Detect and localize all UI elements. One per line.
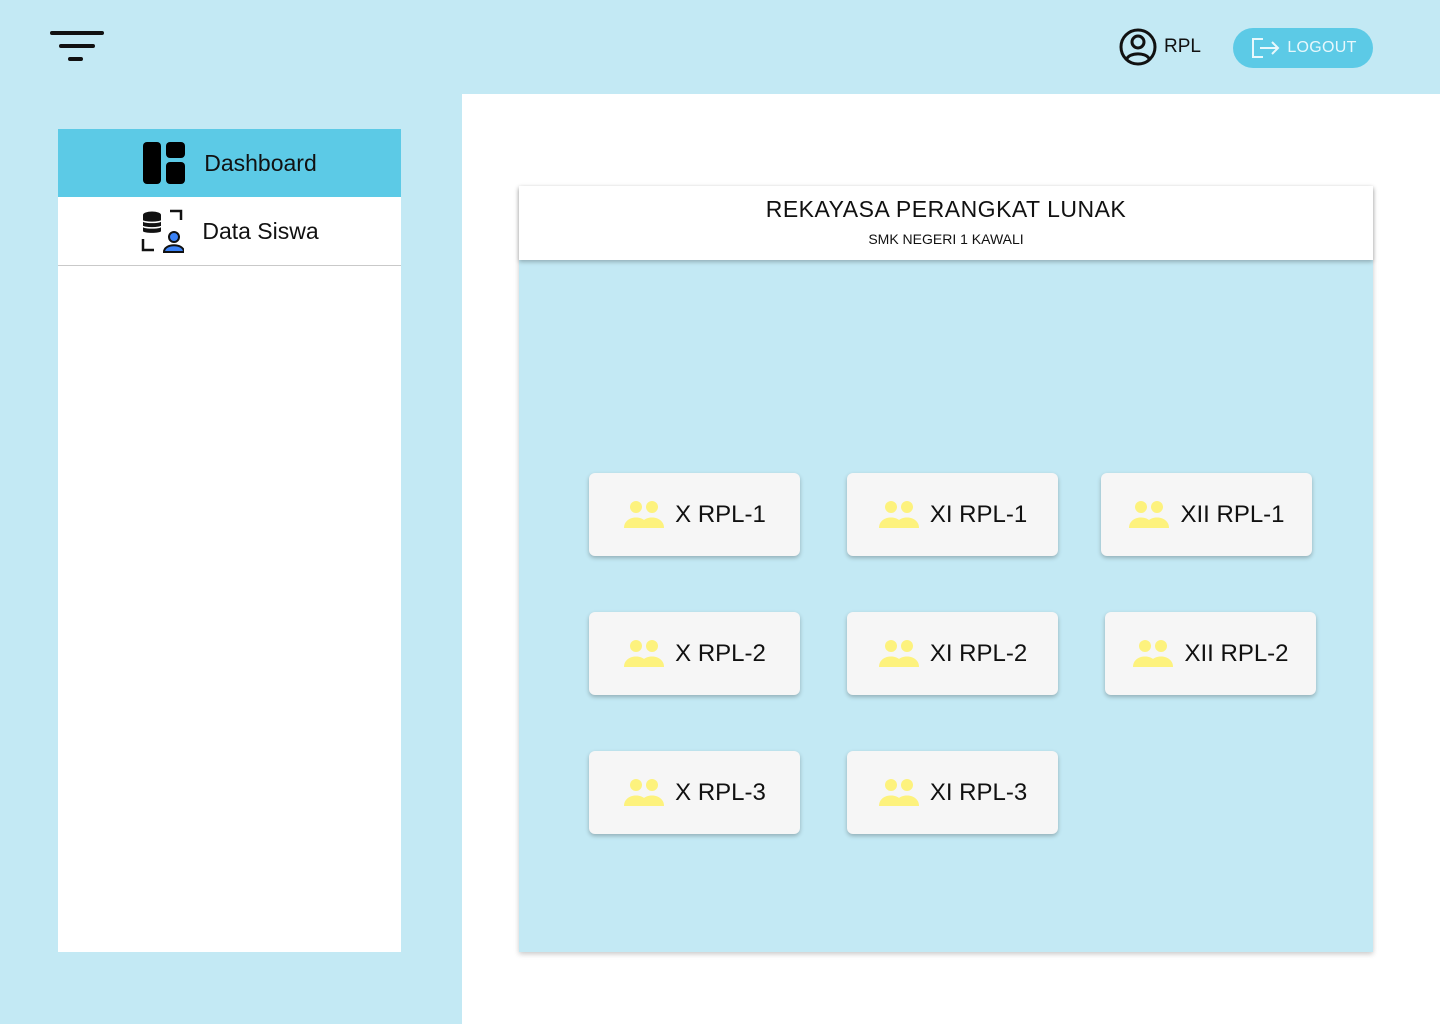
class-label: XI RPL-1 — [929, 500, 1028, 528]
user-circle-icon — [1119, 28, 1157, 66]
page-subtitle: SMK NEGERI 1 KAWALI — [868, 231, 1024, 247]
class-card-x-rpl-2[interactable]: X RPL-2 — [589, 612, 800, 695]
users-icon — [624, 639, 665, 667]
users-icon — [1133, 639, 1174, 667]
class-card-xi-rpl-3[interactable]: XI RPL-3 — [847, 751, 1058, 834]
filter-menu-icon[interactable] — [48, 28, 104, 68]
logout-label: LOGOUT — [1287, 39, 1357, 56]
users-icon — [624, 500, 665, 528]
class-card-xii-rpl-1[interactable]: XII RPL-1 — [1101, 473, 1312, 556]
users-icon — [878, 778, 919, 806]
student-database-icon — [142, 209, 185, 253]
sidebar-item-label: Dashboard — [204, 149, 317, 176]
users-icon — [878, 639, 919, 667]
users-icon — [624, 778, 665, 806]
sidebar-item-data-siswa[interactable]: Data Siswa — [58, 197, 401, 266]
class-card-xi-rpl-2[interactable]: XI RPL-2 — [847, 612, 1058, 695]
users-icon — [1129, 500, 1170, 528]
sidebar-item-dashboard[interactable]: Dashboard — [58, 129, 401, 197]
user-name: RPL — [1164, 36, 1201, 57]
user-profile[interactable]: RPL — [1118, 27, 1201, 67]
class-card-xii-rpl-2[interactable]: XII RPL-2 — [1105, 612, 1316, 695]
class-label: XI RPL-2 — [929, 639, 1028, 667]
class-label: XII RPL-1 — [1180, 500, 1285, 528]
logout-button[interactable]: LOGOUT — [1233, 28, 1373, 68]
class-label: XII RPL-2 — [1184, 639, 1289, 667]
main-content: REKAYASA PERANGKAT LUNAK SMK NEGERI 1 KA… — [462, 94, 1440, 1024]
class-label: X RPL-2 — [675, 639, 766, 667]
logout-icon — [1252, 38, 1280, 58]
class-card-x-rpl-1[interactable]: X RPL-1 — [589, 473, 800, 556]
class-panel: REKAYASA PERANGKAT LUNAK SMK NEGERI 1 KA… — [519, 186, 1373, 952]
dashboard-icon — [143, 142, 186, 184]
users-icon — [878, 500, 919, 528]
class-label: X RPL-1 — [675, 500, 766, 528]
class-card-xi-rpl-1[interactable]: XI RPL-1 — [847, 473, 1058, 556]
class-label: XI RPL-3 — [929, 778, 1028, 806]
sidebar: Dashboard Data Siswa — [58, 129, 401, 952]
class-card-x-rpl-3[interactable]: X RPL-3 — [589, 751, 800, 834]
page-title: REKAYASA PERANGKAT LUNAK — [765, 196, 1127, 222]
class-label: X RPL-3 — [675, 778, 766, 806]
sidebar-item-label: Data Siswa — [202, 217, 319, 244]
panel-header: REKAYASA PERANGKAT LUNAK SMK NEGERI 1 KA… — [519, 186, 1373, 260]
